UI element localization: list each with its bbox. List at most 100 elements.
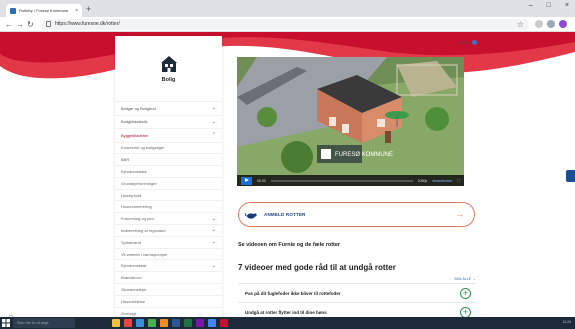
section-title: 7 videoer med gode råd til at undgå rott… (238, 263, 396, 272)
video-controls: 00:00 1080p dreambroker ⛶ (237, 175, 464, 186)
sidebar-item[interactable]: BBR (115, 154, 222, 167)
app-icon[interactable] (160, 319, 168, 327)
sidebar-item[interactable]: Ejendomsdata (115, 166, 222, 178)
sidebar-item[interactable]: Husudvidelse (115, 296, 222, 308)
sidebar-item-label: Skorstensfejer (121, 286, 147, 292)
sidebar-item[interactable]: Indberetning af regnvand ⌄ (115, 225, 222, 237)
maximize-button[interactable]: □ (547, 2, 551, 9)
video-player[interactable]: FURESØ KOMMUNE 00:00 1080p dreambroker ⛶ (237, 57, 464, 186)
sidebar-item[interactable]: Oversigt (115, 308, 222, 317)
plus-circle-icon[interactable]: + (460, 287, 471, 299)
print-label: PRINT (458, 40, 470, 45)
chevron-icon[interactable]: ⌄ (212, 239, 216, 245)
sidebar-item[interactable]: Skorstensfejer (115, 284, 222, 296)
video-brand-text: FURESØ KOMMUNE (335, 152, 393, 158)
os-taskbar: Skriv her for at søge 11:24 (0, 317, 575, 329)
sidebar-item[interactable]: Vil varmen i varmepumper (115, 249, 222, 261)
video-progress-bar[interactable] (270, 179, 413, 182)
chevron-icon[interactable]: ⌄ (212, 105, 216, 111)
sidebar-item[interactable]: Forurening og jord ⌄ (115, 213, 222, 226)
sidebar-item[interactable]: Ejendomsskat ⌄ (115, 260, 222, 273)
sidebar-item[interactable]: Boliger og Boligbud ⌄ (115, 102, 222, 116)
app-icon[interactable] (220, 319, 228, 327)
browser-toolbar: ← → ↻ https://www.furesoe.dk/rotter/ ☆ (0, 17, 575, 32)
video-time: 00:00 (257, 178, 266, 183)
chrome-icon[interactable] (208, 319, 216, 327)
chevron-icon[interactable]: ⌄ (212, 216, 216, 222)
app-icon[interactable] (136, 319, 144, 327)
plus-circle-icon[interactable]: + (460, 306, 471, 317)
app-icon[interactable] (148, 319, 156, 327)
chevron-icon[interactable]: ⌃ (212, 132, 216, 138)
sidebar-item-label: Ejendomsdata (121, 168, 147, 174)
sidebar-item[interactable]: Spildevand ⌄ (115, 237, 222, 249)
chevron-icon[interactable]: ⌄ (212, 263, 216, 269)
sidebar-item-label: Oversigt (121, 310, 136, 316)
profile-icon[interactable] (547, 20, 555, 28)
sidebar-item[interactable]: Grundejerforeninger (115, 178, 222, 190)
sidebar-header: Bolig (115, 36, 222, 102)
close-window-button[interactable]: × (565, 2, 569, 9)
print-icon (472, 40, 477, 45)
url-text: https://www.furesoe.dk/rotter/ (55, 21, 120, 27)
main-content: PRINT FURESØ KOMMUNE 00:00 1080p dreambr… (222, 32, 482, 317)
quality-selector[interactable]: 1080p (418, 179, 428, 183)
accordion-title: Undgå at rotter flytter ind til dine høn… (245, 309, 327, 315)
sidebar-item-label: Grundejerforeninger (121, 180, 157, 186)
sidebar-item-label: Ejendomsskat (121, 263, 147, 269)
chevron-icon[interactable]: ⌄ (212, 119, 216, 125)
print-button[interactable]: PRINT (458, 40, 477, 45)
fullscreen-icon[interactable]: ⛶ (457, 178, 460, 183)
forward-icon[interactable]: → (16, 20, 24, 29)
reload-icon[interactable]: ↻ (27, 20, 34, 29)
accordion-item[interactable]: Pas på dit fuglefoder ikke bliver til ro… (238, 283, 476, 302)
sidebar-item[interactable]: Husnummerering (115, 201, 222, 214)
show-all-label: SKIL ALLE (454, 277, 472, 281)
sidebar-item[interactable]: Boligtilskudsdk ⌄ (115, 116, 222, 129)
web-page: Bolig Boliger og Boligbud ⌄ Boligtilskudsd… (0, 32, 575, 317)
sidebar-item-label: Kommune og boligsager (121, 145, 165, 151)
new-tab-button[interactable]: + (86, 3, 91, 15)
extension-icon[interactable] (535, 20, 543, 28)
sidebar-item[interactable]: Kommune og boligsager (115, 143, 222, 155)
sidebar-item-label: Husnummerering (121, 204, 152, 210)
report-rats-label: ANMELD ROTTER (264, 212, 306, 217)
app-icon[interactable] (196, 319, 204, 327)
tab-title: Rotteby / Furesø Kommune (19, 8, 69, 13)
browser-tab[interactable]: Rotteby / Furesø Kommune × (6, 4, 82, 17)
sidebar-list: Boliger og Boligbud ⌄ Boligtilskudsdk ⌄ Bygg… (115, 102, 222, 317)
address-bar[interactable]: https://www.furesoe.dk/rotter/ ☆ (42, 19, 529, 30)
play-button[interactable] (241, 176, 252, 185)
sidebar-item[interactable]: Husdyrhold (115, 190, 222, 202)
sidebar-item-label: Vil varmen i varmepumper (121, 251, 168, 257)
close-tab-icon[interactable]: × (75, 8, 78, 14)
windows-start-icon[interactable] (2, 319, 10, 327)
app-icon[interactable] (124, 319, 132, 327)
favicon-icon (10, 7, 16, 14)
show-all-link[interactable]: SKIL ALLE ⌄ (454, 277, 476, 281)
feedback-tab[interactable] (566, 170, 575, 182)
player-brand: dreambroker (432, 178, 453, 183)
back-icon[interactable]: ← (5, 20, 13, 29)
browser-tab-bar: Rotteby / Furesø Kommune × + – □ × (0, 0, 575, 17)
sidebar-item-label: Husudvidelse (121, 298, 146, 304)
sidebar-item[interactable]: Brændeovn (115, 272, 222, 285)
sidebar-item-label: Boliger og Boligbud (121, 105, 156, 111)
accordion-item[interactable]: Undgå at rotter flytter ind til dine høn… (238, 302, 476, 317)
report-rats-button[interactable]: ANMELD ROTTER → (238, 202, 475, 227)
excel-icon[interactable] (184, 319, 192, 327)
sidebar-item-label: Spildevand (121, 239, 141, 245)
taskbar-search-input[interactable]: Skriv her for at søge (13, 318, 75, 328)
bookmark-star-icon[interactable]: ☆ (517, 19, 524, 30)
video-thumbnail: FURESØ KOMMUNE (237, 57, 464, 175)
sidebar-item[interactable]: Byggetilladelse ⌃ (115, 129, 222, 143)
word-icon[interactable] (172, 319, 180, 327)
sidebar-item-label: Brændeovn (121, 275, 142, 281)
avatar[interactable] (559, 20, 567, 28)
file-explorer-icon[interactable] (112, 319, 120, 327)
minimize-button[interactable]: – (529, 2, 533, 9)
chevron-down-icon: ⌄ (473, 277, 476, 281)
sidebar-item-label: Indberetning af regnvand (121, 227, 166, 233)
sidebar-heading: Bolig (161, 76, 176, 83)
chevron-icon[interactable]: ⌄ (212, 227, 216, 233)
